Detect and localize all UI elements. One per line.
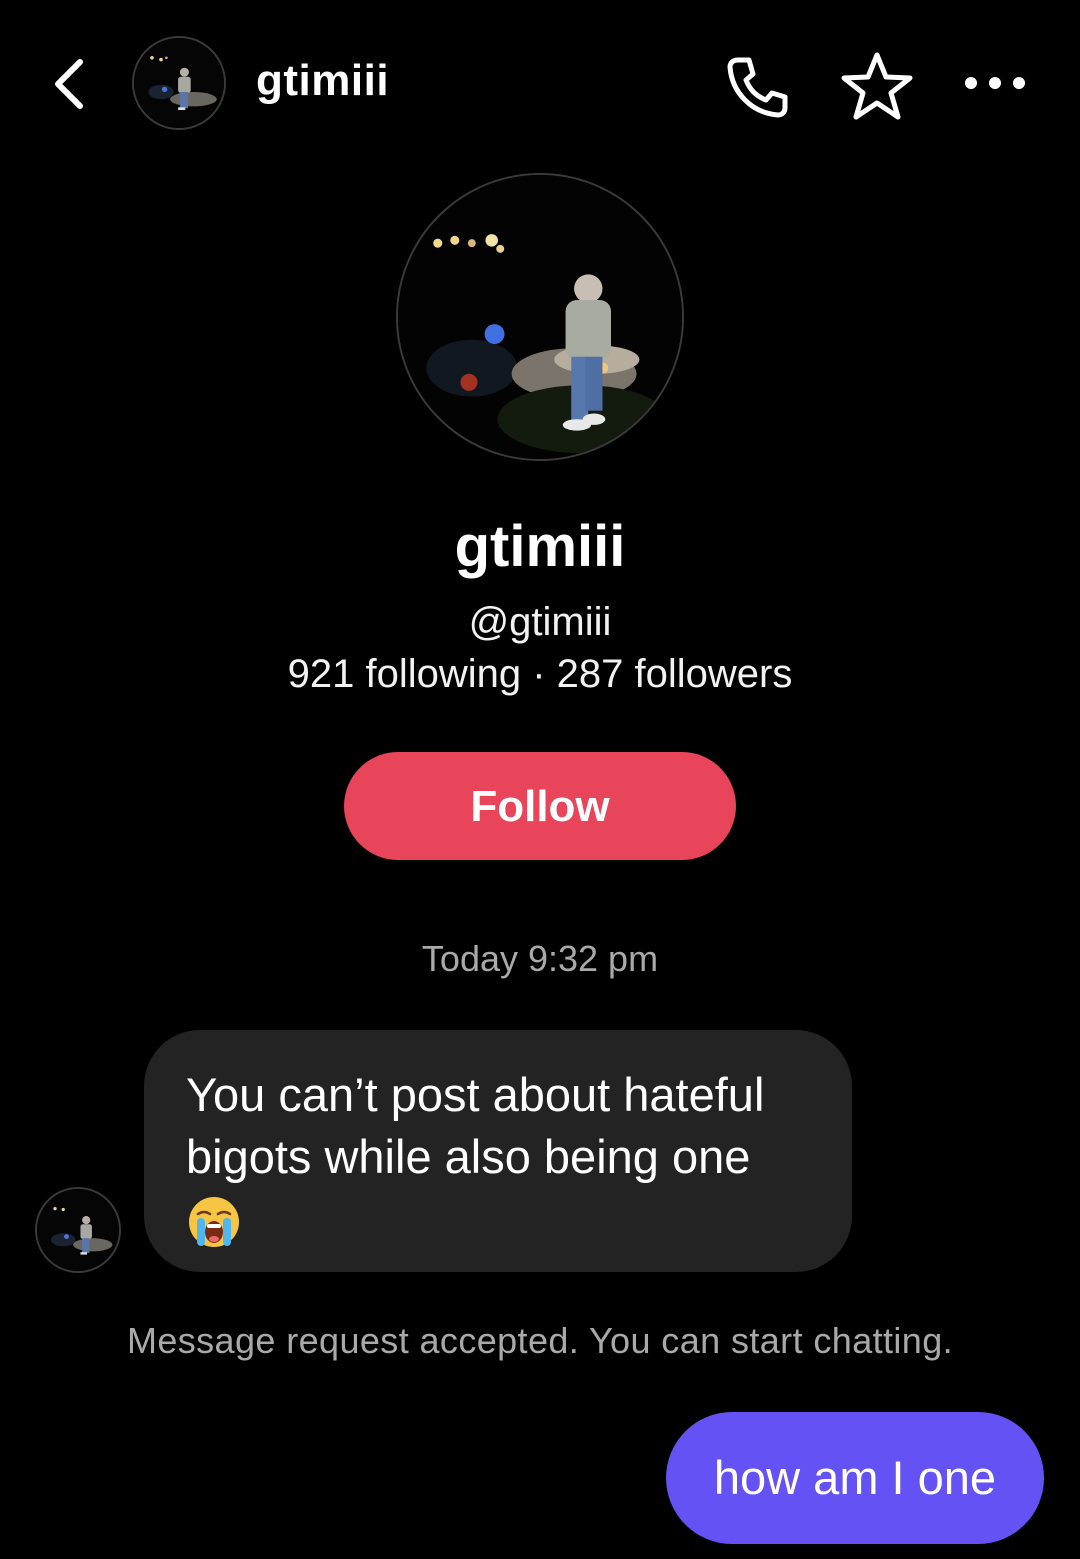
sender-avatar[interactable]	[35, 1187, 121, 1273]
profile-stats: 921 following · 287 followers	[287, 652, 793, 696]
message-timestamp: Today 9:32 pm	[421, 938, 659, 979]
profile-handle: @gtimiii	[468, 600, 612, 644]
loudly-crying-face-icon	[189, 1197, 239, 1247]
phone-icon[interactable]	[722, 52, 792, 122]
system-note: Message request accepted. You can start …	[126, 1320, 954, 1361]
chat-screen: gtimiii gtimiii @gtimiii 921 following ·…	[0, 0, 1080, 1559]
back-chevron-icon[interactable]	[44, 52, 104, 112]
profile-display-name: gtimiii	[454, 514, 626, 579]
more-dots-icon[interactable]	[962, 68, 1028, 98]
chat-header: gtimiii	[0, 0, 1080, 170]
profile-avatar[interactable]	[396, 173, 684, 461]
incoming-message-text: You can’t post about hateful bigots whil…	[186, 1068, 765, 1183]
outgoing-message-bubble[interactable]: how am I one	[666, 1412, 1044, 1544]
follow-button[interactable]: Follow	[344, 752, 736, 860]
header-avatar[interactable]	[132, 36, 226, 130]
header-username[interactable]: gtimiii	[256, 56, 389, 106]
star-icon[interactable]	[838, 50, 916, 122]
incoming-message-bubble[interactable]: You can’t post about hateful bigots whil…	[144, 1030, 852, 1272]
